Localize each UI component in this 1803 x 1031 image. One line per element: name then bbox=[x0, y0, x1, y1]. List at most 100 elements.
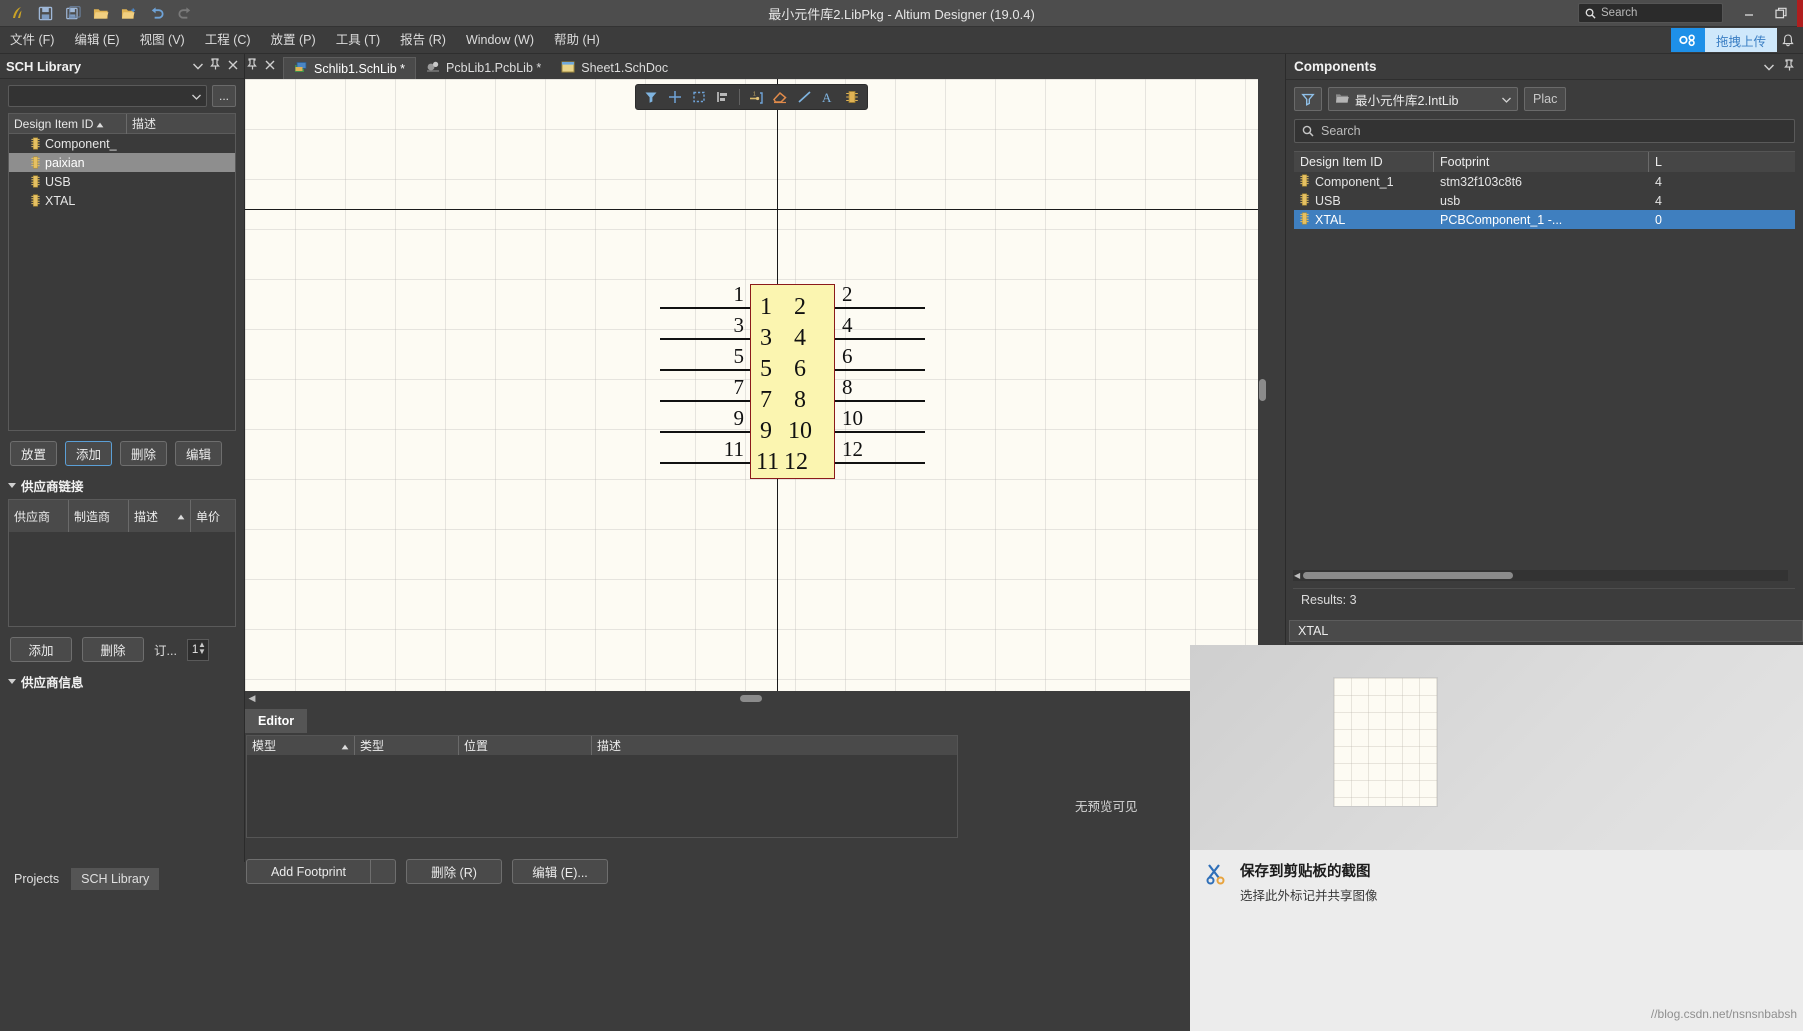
stepper-arrows-icon[interactable]: ▲ ▼ bbox=[198, 640, 206, 655]
tab-schlib1[interactable]: Schlib1.SchLib * bbox=[283, 57, 417, 79]
menu-edit[interactable]: 编辑 (E) bbox=[64, 27, 129, 54]
supplier-info-section-header[interactable]: 供应商信息 bbox=[0, 662, 244, 695]
close-document-icon[interactable] bbox=[265, 57, 275, 75]
tab-pcblib1[interactable]: PcbLib1.PcbLib * bbox=[416, 57, 551, 79]
supplier-add-button[interactable]: 添加 bbox=[10, 637, 72, 662]
menu-place[interactable]: 放置 (P) bbox=[261, 27, 326, 54]
hscroll-left-arrow-icon[interactable]: ◀ bbox=[1294, 571, 1300, 580]
place-part-icon[interactable] bbox=[841, 86, 863, 108]
header-footprint[interactable]: Footprint bbox=[1434, 152, 1649, 172]
text-icon[interactable]: A bbox=[817, 86, 839, 108]
filter-icon[interactable] bbox=[1294, 87, 1322, 111]
pin-panel-icon[interactable] bbox=[1784, 58, 1795, 76]
canvas-horizontal-scrollbar[interactable]: ◀ bbox=[245, 691, 1266, 706]
delete-footprint-button[interactable]: 删除 (R) bbox=[406, 859, 502, 884]
place-pin-icon[interactable]: 1 bbox=[745, 86, 767, 108]
sort-ascending-icon bbox=[341, 739, 349, 753]
restore-button[interactable] bbox=[1765, 0, 1797, 27]
pin-number-left-1: 1 bbox=[733, 282, 745, 306]
close-panel-icon[interactable] bbox=[228, 57, 238, 75]
menu-help[interactable]: 帮助 (H) bbox=[544, 27, 610, 54]
pin-line-right-2 bbox=[835, 307, 925, 309]
header-design-item-id[interactable]: Design Item ID bbox=[1294, 152, 1434, 172]
notification-bell-icon[interactable] bbox=[1777, 33, 1799, 47]
edit-button[interactable]: 编辑 bbox=[175, 441, 222, 466]
save-icon[interactable] bbox=[32, 1, 58, 25]
open-folder-icon[interactable] bbox=[88, 1, 114, 25]
header-manufacturer[interactable]: 制造商 bbox=[69, 500, 129, 532]
library-combo[interactable] bbox=[8, 85, 207, 107]
edit-footprint-button[interactable]: 编辑 (E)... bbox=[512, 859, 608, 884]
undo-icon[interactable] bbox=[144, 1, 170, 25]
selection-rect-icon[interactable] bbox=[688, 86, 710, 108]
table-row[interactable]: XTAL PCBComponent_1 -... 0 bbox=[1294, 210, 1795, 229]
canvas-vscroll-thumb[interactable] bbox=[1259, 379, 1266, 401]
header-unit-price[interactable]: 单价 bbox=[191, 500, 226, 532]
minimize-button[interactable] bbox=[1733, 0, 1765, 27]
list-item[interactable]: XTAL bbox=[9, 191, 235, 210]
list-item[interactable]: Component_ bbox=[9, 134, 235, 153]
list-item[interactable]: USB bbox=[9, 172, 235, 191]
hscroll-left-arrow-icon[interactable]: ◀ bbox=[245, 693, 259, 704]
delete-button[interactable]: 删除 bbox=[120, 441, 167, 466]
cloud-upload-icon[interactable] bbox=[1670, 28, 1705, 52]
table-row[interactable]: Component_1 stm32f103c8t6 4 bbox=[1294, 172, 1795, 191]
place-button[interactable]: Plac bbox=[1524, 87, 1567, 111]
components-search-input[interactable]: Search bbox=[1294, 119, 1795, 143]
library-selector[interactable]: 最小元件库2.IntLib bbox=[1328, 87, 1518, 111]
header-position[interactable]: 位置 bbox=[459, 736, 592, 755]
order-quantity-stepper[interactable]: 1 ▲ ▼ bbox=[186, 638, 209, 661]
header-extra[interactable]: L bbox=[1649, 152, 1795, 172]
supplier-delete-button[interactable]: 删除 bbox=[82, 637, 144, 662]
chevron-down-icon[interactable] bbox=[1763, 58, 1775, 76]
list-item[interactable]: paixian bbox=[9, 153, 235, 172]
menu-reports[interactable]: 报告 (R) bbox=[390, 27, 456, 54]
eraser-icon[interactable] bbox=[769, 86, 791, 108]
components-horizontal-scrollbar[interactable]: ◀ bbox=[1293, 570, 1788, 581]
menu-file[interactable]: 文件 (F) bbox=[0, 27, 64, 54]
menu-view[interactable]: 视图 (V) bbox=[130, 27, 195, 54]
place-button[interactable]: 放置 bbox=[10, 441, 57, 466]
add-footprint-dropdown-arrow[interactable] bbox=[371, 859, 396, 884]
upload-button-label[interactable]: 拖拽上传 bbox=[1704, 28, 1777, 52]
library-browse-button[interactable]: ... bbox=[212, 85, 236, 107]
canvas-hscroll-thumb[interactable] bbox=[740, 695, 762, 702]
header-description[interactable]: 描述 bbox=[127, 114, 161, 134]
tab-editor[interactable]: Editor bbox=[245, 709, 308, 733]
pin-panel-icon[interactable] bbox=[247, 57, 258, 75]
crosshair-icon[interactable] bbox=[664, 86, 686, 108]
schematic-canvas[interactable]: 1 A 1 3 5 7 9 11 2 4 6 8 10 12 1 3 5 7 9… bbox=[245, 79, 1266, 691]
add-button[interactable]: 添加 bbox=[65, 441, 112, 466]
pin-line-left-3 bbox=[660, 338, 750, 340]
altium-logo-icon[interactable] bbox=[4, 1, 30, 25]
supplier-links-section-header[interactable]: 供应商链接 bbox=[0, 466, 244, 499]
menu-window[interactable]: Window (W) bbox=[456, 27, 544, 54]
tab-projects[interactable]: Projects bbox=[4, 868, 70, 890]
components-hscroll-thumb[interactable] bbox=[1303, 572, 1513, 579]
global-search-input[interactable]: Search bbox=[1578, 3, 1723, 23]
menu-project[interactable]: 工程 (C) bbox=[195, 27, 261, 54]
add-footprint-button[interactable]: Add Footprint bbox=[246, 859, 371, 884]
screenshot-notification-overlay[interactable]: 保存到剪贴板的截图 选择此外标记并共享图像 //blog.csdn.net/ns… bbox=[1190, 645, 1803, 1031]
menu-tools[interactable]: 工具 (T) bbox=[326, 27, 390, 54]
open-project-icon[interactable] bbox=[116, 1, 142, 25]
cell-extra: 4 bbox=[1655, 174, 1662, 189]
save-all-icon[interactable] bbox=[60, 1, 86, 25]
header-type[interactable]: 类型 bbox=[355, 736, 459, 755]
component-detail-header[interactable]: XTAL bbox=[1289, 620, 1803, 642]
chevron-down-icon[interactable] bbox=[192, 57, 204, 75]
line-icon[interactable] bbox=[793, 86, 815, 108]
header-design-item-id[interactable]: Design Item ID bbox=[9, 113, 127, 134]
header-description[interactable]: 描述 bbox=[592, 736, 957, 755]
tab-sheet1[interactable]: Sheet1.SchDoc bbox=[551, 57, 678, 79]
header-model[interactable]: 模型 bbox=[247, 736, 355, 755]
header-description[interactable]: 描述 bbox=[129, 500, 191, 532]
tab-sch-library[interactable]: SCH Library bbox=[71, 868, 160, 890]
table-row[interactable]: USB usb 4 bbox=[1294, 191, 1795, 210]
pin-panel-icon[interactable] bbox=[210, 57, 221, 75]
close-button[interactable] bbox=[1797, 0, 1803, 27]
canvas-vertical-scrollbar[interactable] bbox=[1258, 79, 1266, 691]
filter-icon[interactable] bbox=[640, 86, 662, 108]
align-icon[interactable] bbox=[712, 86, 734, 108]
header-supplier[interactable]: 供应商 bbox=[9, 500, 69, 532]
